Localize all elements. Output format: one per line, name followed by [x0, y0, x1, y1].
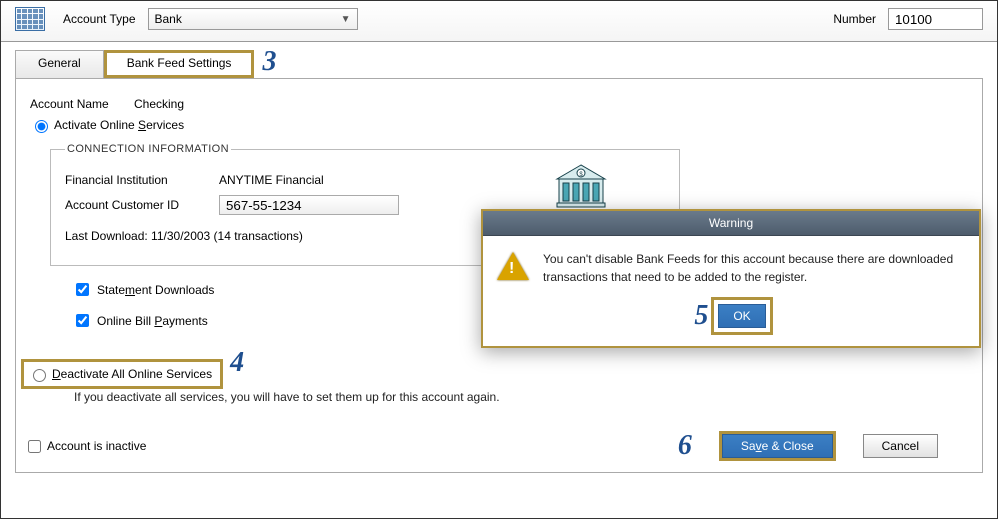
dialog-title: Warning — [483, 211, 979, 236]
chevron-down-icon: ▼ — [341, 14, 351, 25]
last-download-text: Last Download: 11/30/2003 (14 transactio… — [65, 229, 303, 243]
step-marker-4: 4 — [230, 347, 244, 379]
customer-id-input[interactable] — [219, 195, 399, 215]
tab-bank-feed-settings[interactable]: Bank Feed Settings — [104, 50, 255, 78]
activate-online-label: Activate Online Services — [54, 118, 184, 132]
online-bill-payments-label: Online Bill Payments — [97, 314, 208, 328]
account-inactive-label: Account is inactive — [47, 439, 146, 453]
number-label: Number — [833, 12, 876, 26]
activate-online-radio[interactable] — [35, 120, 48, 133]
statement-downloads-label: Statement Downloads — [97, 283, 214, 297]
save-close-button[interactable]: Save & Close — [722, 434, 833, 458]
tab-general[interactable]: General — [15, 50, 104, 78]
step-marker-5: 5 — [694, 300, 708, 332]
ok-button[interactable]: OK — [718, 304, 765, 328]
bank-icon: $ — [553, 163, 609, 212]
warning-icon — [497, 252, 529, 280]
step-marker-6: 6 — [678, 430, 692, 462]
statement-downloads-check[interactable] — [76, 283, 89, 296]
deactivate-online-radio[interactable] — [33, 369, 46, 382]
online-bill-payments-check[interactable] — [76, 314, 89, 327]
footer: Account is inactive 6 Save & Close Cance… — [20, 430, 978, 462]
cancel-button[interactable]: Cancel — [863, 434, 938, 458]
account-type-value: Bank — [155, 12, 182, 26]
number-input[interactable] — [888, 8, 983, 30]
header-bar: Account Type Bank ▼ Number — [1, 1, 997, 42]
step-marker-3: 3 — [262, 46, 276, 78]
dialog-message: You can't disable Bank Feeds for this ac… — [543, 250, 965, 286]
account-inactive-check[interactable] — [28, 440, 41, 453]
connection-legend: CONNECTION INFORMATION — [65, 143, 231, 155]
deactivate-note: If you deactivate all services, you will… — [74, 390, 968, 404]
account-icon — [15, 7, 45, 31]
account-type-label: Account Type — [63, 12, 136, 26]
customer-id-label: Account Customer ID — [65, 198, 219, 212]
financial-institution-value: ANYTIME Financial — [219, 173, 324, 187]
warning-dialog: Warning You can't disable Bank Feeds for… — [481, 209, 981, 348]
account-type-select[interactable]: Bank ▼ — [148, 8, 358, 30]
deactivate-online-label: Deactivate All Online Services — [52, 367, 212, 381]
financial-institution-label: Financial Institution — [65, 173, 219, 187]
tab-bar: General Bank Feed Settings 3 — [15, 50, 983, 78]
account-name-label: Account Name — [30, 97, 134, 111]
account-name-value: Checking — [134, 97, 184, 111]
